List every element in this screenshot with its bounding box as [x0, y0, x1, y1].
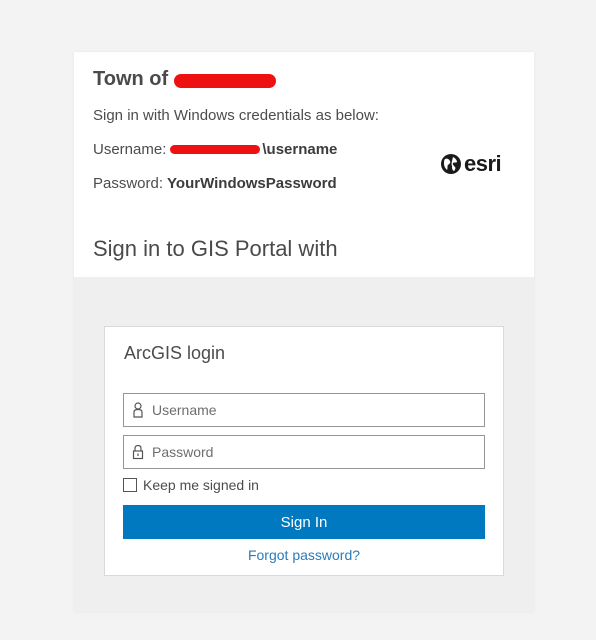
password-input[interactable]: [152, 444, 472, 460]
password-field[interactable]: [123, 435, 485, 469]
password-info-label: Password:: [93, 175, 164, 192]
redaction-mark: [170, 145, 261, 154]
username-info-value: \username: [262, 141, 338, 158]
lock-icon: [124, 444, 152, 460]
sign-in-button[interactable]: Sign In: [123, 505, 485, 539]
login-heading: ArcGIS login: [124, 343, 226, 363]
username-info-label: Username:: [93, 141, 167, 158]
town-title-text: Town of: [93, 68, 169, 90]
username-input[interactable]: [152, 402, 472, 418]
redaction-mark: [174, 73, 277, 88]
password-info: Password: YourWindowsPassword: [93, 175, 337, 192]
username-field[interactable]: [123, 393, 485, 427]
user-icon: [124, 402, 152, 418]
keep-signed-in-checkbox[interactable]: [123, 478, 137, 492]
forgot-password-link[interactable]: Forgot password?: [105, 547, 503, 563]
header-panel: Town of Sign in with Windows credentials…: [74, 52, 534, 277]
username-info: Username: \username: [93, 141, 337, 158]
town-title: Town of: [93, 68, 277, 91]
globe-icon: [440, 153, 462, 175]
instructions-text: Sign in with Windows credentials as belo…: [93, 107, 379, 124]
esri-logo: esri: [440, 151, 502, 177]
portal-title: Sign in to GIS Portal with: [93, 236, 338, 261]
keep-signed-in[interactable]: Keep me signed in: [123, 477, 259, 493]
keep-signed-in-label: Keep me signed in: [143, 477, 259, 493]
sign-in-card: Town of Sign in with Windows credentials…: [74, 52, 534, 612]
arcgis-login-panel: ArcGIS login Keep me signe: [104, 326, 504, 576]
esri-wordmark: esri: [464, 151, 502, 176]
password-info-value: YourWindowsPassword: [167, 175, 337, 192]
